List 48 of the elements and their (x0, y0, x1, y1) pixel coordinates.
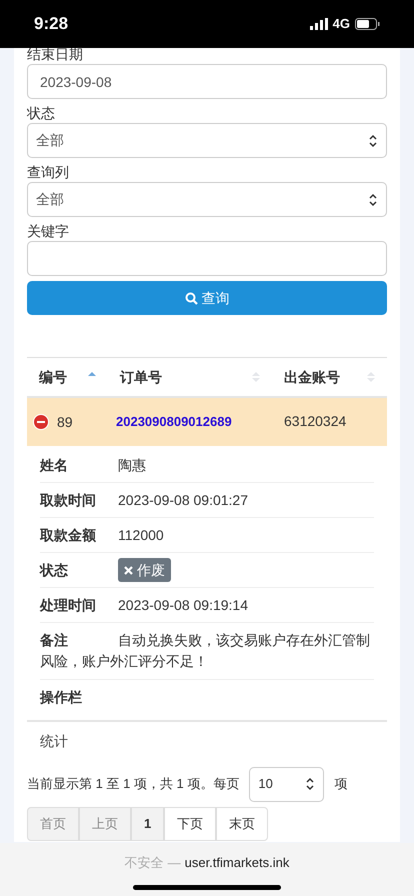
select-field[interactable]: 全部 (27, 123, 387, 158)
search-icon (184, 292, 198, 304)
sort-icon[interactable] (252, 371, 260, 383)
detail-label: 取款时间 (40, 491, 97, 510)
pagination-info: 当前显示第 1 至 1 项，共 1 项。每页 (27, 775, 240, 794)
page-button[interactable]: 末页 (216, 807, 268, 841)
detail-value: 陶惠 (118, 456, 146, 475)
input-field[interactable]: 2023-09-08 (27, 64, 387, 99)
column-header[interactable]: 编号 (39, 366, 67, 388)
order-link[interactable]: 2023090809012689 (116, 414, 232, 429)
select-arrows-icon (305, 777, 316, 791)
detail-label: 操作栏 (40, 688, 83, 707)
select-arrows-icon (368, 134, 378, 148)
detail-label: 处理时间 (40, 596, 97, 615)
cross-icon (124, 566, 133, 574)
table-cell-text: 89 (57, 412, 73, 432)
detail-value: 2023-09-08 09:01:27 (118, 491, 248, 510)
detail-label: 状态 (40, 561, 69, 580)
column-header[interactable]: 出金账号 (284, 366, 340, 388)
field-label: 查询列 (27, 164, 70, 180)
url-text: user.tfimarkets.ink (184, 854, 290, 872)
sort-icon[interactable] (367, 371, 375, 383)
detail-value: 2023-09-08 09:19:14 (118, 596, 248, 615)
select-arrows-icon (368, 192, 378, 206)
table-row[interactable]: 89 2023090809012689 63120324 (27, 398, 387, 446)
page-button[interactable]: 1 (131, 807, 164, 841)
select-field[interactable]: 全部 (27, 182, 387, 217)
field-label: 状态 (27, 105, 56, 121)
collapse-icon[interactable] (33, 414, 49, 430)
note-text: 备注 自动兑换失败，该交易账户存在外汇管制风险，账户外汇评分不足！ (40, 631, 371, 671)
detail-label: 取款金额 (40, 526, 97, 545)
field-label: 关键字 (27, 223, 70, 239)
signal-icon (310, 18, 328, 30)
status-time: 9:28 (34, 13, 68, 36)
detail-label: 姓名 (40, 456, 69, 475)
separator-text: — (168, 854, 181, 872)
input-field[interactable] (27, 241, 387, 276)
page-button[interactable]: 下页 (164, 807, 216, 841)
table-cell: 63120324 (284, 413, 346, 429)
detail-value: 112000 (118, 526, 164, 545)
column-header[interactable]: 订单号 (120, 366, 162, 388)
pagination-suffix: 项 (334, 775, 348, 794)
security-label: 不安全 (124, 854, 164, 872)
table-footer: 统计 (40, 733, 68, 749)
page-size-select[interactable]: 10 (249, 766, 324, 802)
status-badge: 作废 (118, 558, 171, 582)
network-label: 4G (332, 15, 350, 34)
battery-icon (355, 18, 380, 30)
